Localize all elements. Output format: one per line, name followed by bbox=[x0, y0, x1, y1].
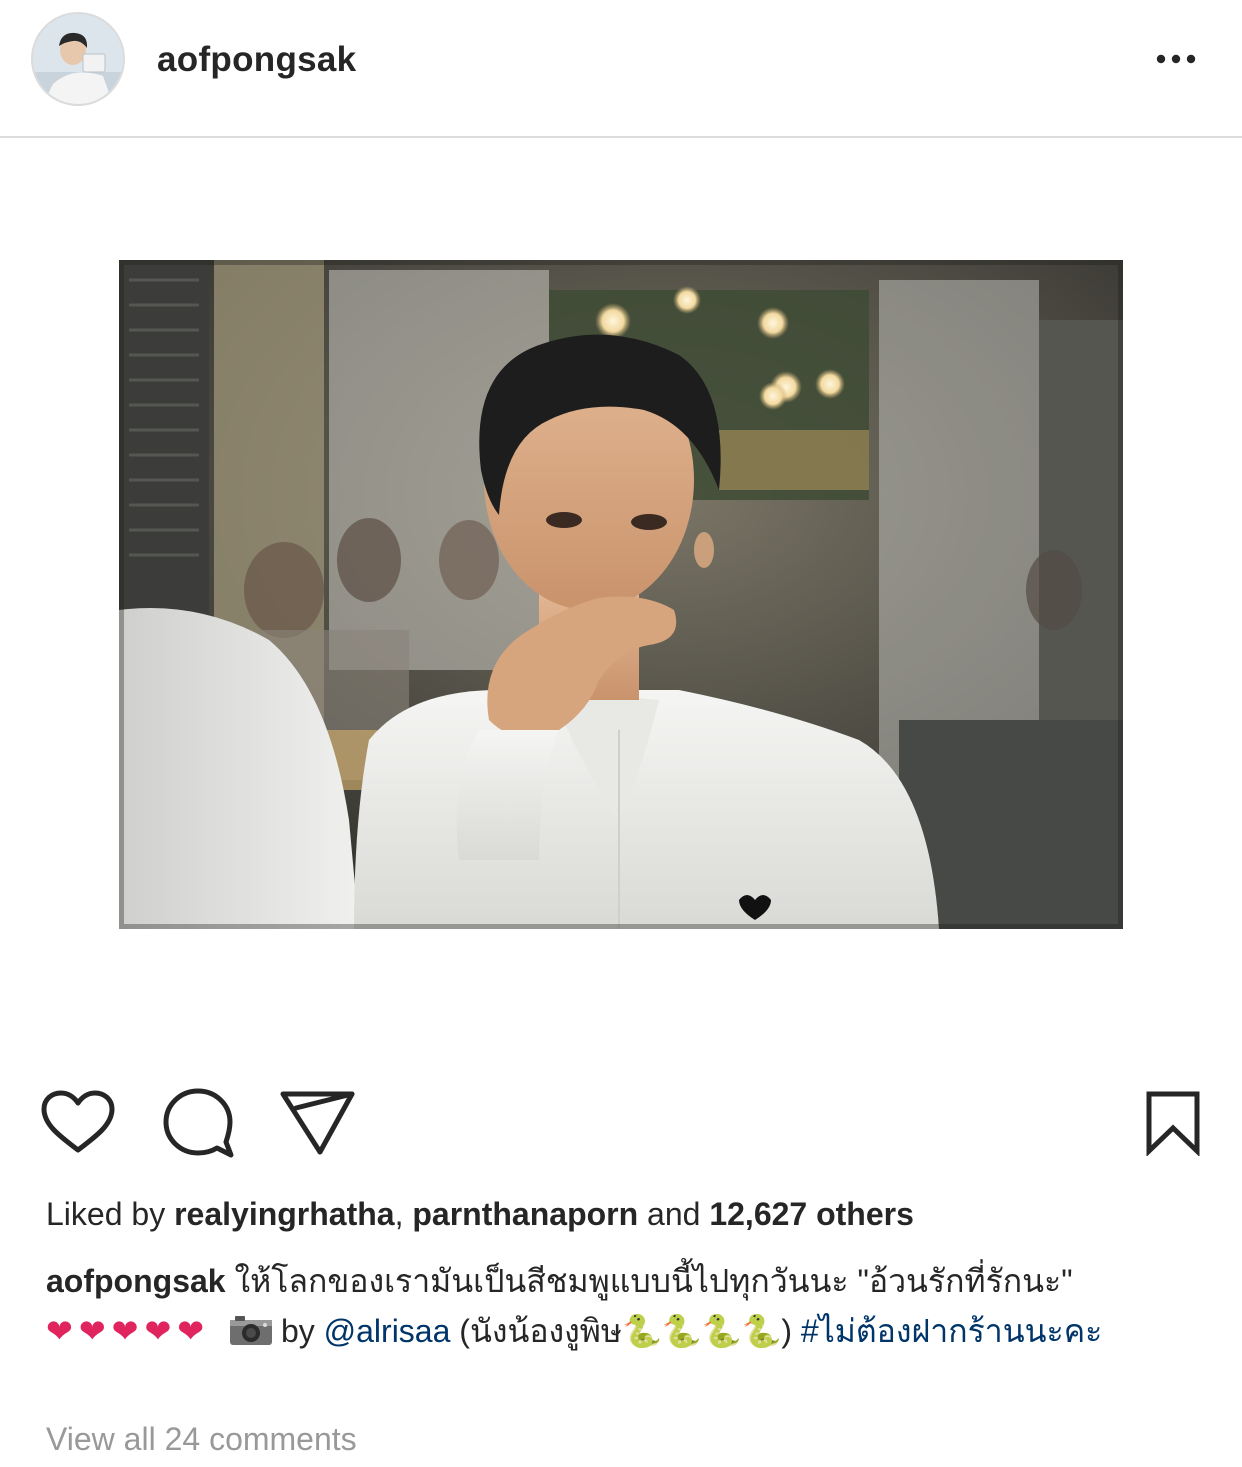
photo-image bbox=[119, 260, 1123, 929]
heart-icon bbox=[41, 1090, 115, 1153]
post-author-username[interactable]: aofpongsak bbox=[157, 38, 356, 82]
caption-mention-link[interactable]: @alrisaa bbox=[324, 1313, 451, 1349]
caption-username[interactable]: aofpongsak bbox=[46, 1263, 226, 1299]
likes-and: and bbox=[638, 1196, 710, 1232]
view-all-comments-link[interactable]: View all 24 comments bbox=[46, 1417, 357, 1461]
caption-paren-close: ) bbox=[781, 1313, 792, 1349]
caption-paren-text: (นังน้องงูพิษ bbox=[459, 1313, 622, 1349]
bookmark-icon bbox=[1146, 1091, 1200, 1157]
comment-bubble-icon bbox=[163, 1088, 234, 1158]
likes-separator: , bbox=[394, 1196, 413, 1232]
likes-summary: Liked by realyingrhatha, parnthanaporn a… bbox=[46, 1192, 914, 1236]
caption-hashtag-link[interactable]: #ไม่ต้องฝากร้านนะคะ bbox=[801, 1313, 1102, 1349]
post-action-bar bbox=[0, 1068, 1242, 1178]
caption-text: ให้โลกของเรามันเป็นสีชมพูแบบนี้ไปทุกวันน… bbox=[234, 1263, 1073, 1299]
paper-plane-icon bbox=[280, 1091, 355, 1155]
post-header: aofpongsak bbox=[0, 0, 1242, 138]
likes-prefix: Liked by bbox=[46, 1196, 175, 1232]
post-caption: aofpongsak ให้โลกของเรามันเป็นสีชมพูแบบน… bbox=[46, 1256, 1206, 1360]
liker-username-1[interactable]: realyingrhatha bbox=[174, 1196, 395, 1232]
avatar-image bbox=[33, 14, 123, 104]
caption-hearts-emoji: ❤❤❤❤❤ bbox=[46, 1312, 211, 1350]
caption-by: by bbox=[280, 1313, 315, 1349]
camera-icon bbox=[229, 1310, 273, 1360]
caption-snakes-emoji: 🐍🐍🐍🐍 bbox=[621, 1312, 782, 1350]
likes-others-count[interactable]: 12,627 others bbox=[709, 1196, 914, 1232]
profile-avatar[interactable] bbox=[31, 12, 125, 106]
like-button[interactable] bbox=[40, 1090, 116, 1161]
liker-username-2[interactable]: parnthanaporn bbox=[412, 1196, 638, 1232]
post-media-area bbox=[0, 138, 1242, 1068]
save-button[interactable] bbox=[1145, 1090, 1201, 1161]
post-photo[interactable] bbox=[119, 260, 1123, 929]
comment-button[interactable] bbox=[162, 1088, 236, 1163]
more-options-button[interactable] bbox=[1152, 44, 1200, 74]
share-button[interactable] bbox=[280, 1090, 356, 1161]
more-dots-icon bbox=[1156, 54, 1196, 64]
